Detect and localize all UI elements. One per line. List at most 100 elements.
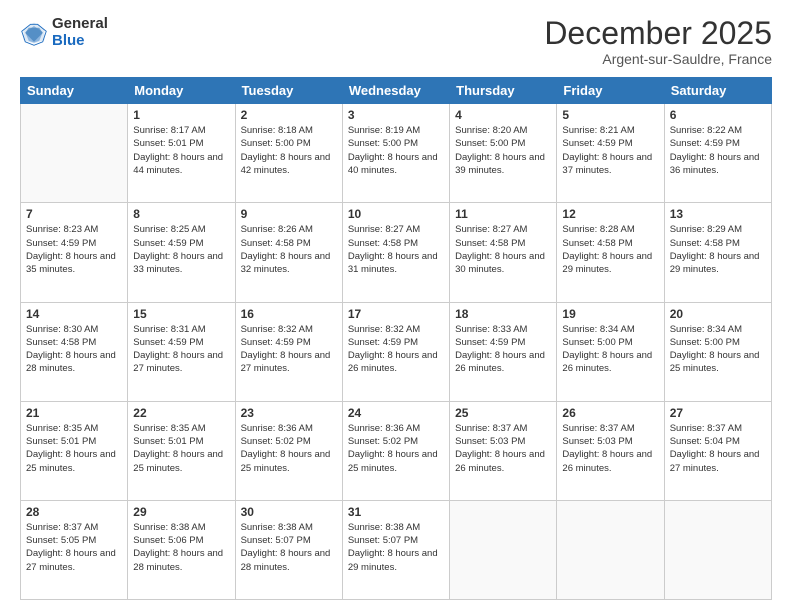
calendar-cell: 26 Sunrise: 8:37 AM Sunset: 5:03 PM Dayl… <box>557 401 664 500</box>
day-info: Sunrise: 8:30 AM Sunset: 4:58 PM Dayligh… <box>26 323 122 376</box>
sunset-text: Sunset: 5:01 PM <box>26 435 122 448</box>
calendar-cell: 31 Sunrise: 8:38 AM Sunset: 5:07 PM Dayl… <box>342 500 449 599</box>
calendar-cell: 29 Sunrise: 8:38 AM Sunset: 5:06 PM Dayl… <box>128 500 235 599</box>
daylight-text: Daylight: 8 hours and 28 minutes. <box>241 547 337 574</box>
day-number: 15 <box>133 307 229 321</box>
sunset-text: Sunset: 5:05 PM <box>26 534 122 547</box>
daylight-text: Daylight: 8 hours and 25 minutes. <box>133 448 229 475</box>
daylight-text: Daylight: 8 hours and 28 minutes. <box>133 547 229 574</box>
calendar-cell: 22 Sunrise: 8:35 AM Sunset: 5:01 PM Dayl… <box>128 401 235 500</box>
sunset-text: Sunset: 5:04 PM <box>670 435 766 448</box>
calendar-cell: 7 Sunrise: 8:23 AM Sunset: 4:59 PM Dayli… <box>21 203 128 302</box>
day-info: Sunrise: 8:34 AM Sunset: 5:00 PM Dayligh… <box>670 323 766 376</box>
sunset-text: Sunset: 5:02 PM <box>348 435 444 448</box>
location-title: Argent-sur-Sauldre, France <box>544 51 772 67</box>
daylight-text: Daylight: 8 hours and 27 minutes. <box>133 349 229 376</box>
day-info: Sunrise: 8:38 AM Sunset: 5:07 PM Dayligh… <box>348 521 444 574</box>
day-number: 29 <box>133 505 229 519</box>
sunset-text: Sunset: 4:59 PM <box>241 336 337 349</box>
sunrise-text: Sunrise: 8:37 AM <box>26 521 122 534</box>
sunset-text: Sunset: 4:58 PM <box>562 237 658 250</box>
calendar-body: 1 Sunrise: 8:17 AM Sunset: 5:01 PM Dayli… <box>21 104 772 600</box>
daylight-text: Daylight: 8 hours and 37 minutes. <box>562 151 658 178</box>
daylight-text: Daylight: 8 hours and 25 minutes. <box>241 448 337 475</box>
day-info: Sunrise: 8:32 AM Sunset: 4:59 PM Dayligh… <box>241 323 337 376</box>
calendar-cell: 12 Sunrise: 8:28 AM Sunset: 4:58 PM Dayl… <box>557 203 664 302</box>
sunrise-text: Sunrise: 8:33 AM <box>455 323 551 336</box>
calendar-cell: 16 Sunrise: 8:32 AM Sunset: 4:59 PM Dayl… <box>235 302 342 401</box>
daylight-text: Daylight: 8 hours and 29 minutes. <box>562 250 658 277</box>
calendar-cell: 25 Sunrise: 8:37 AM Sunset: 5:03 PM Dayl… <box>450 401 557 500</box>
daylight-text: Daylight: 8 hours and 26 minutes. <box>562 349 658 376</box>
daylight-text: Daylight: 8 hours and 26 minutes. <box>455 349 551 376</box>
calendar-cell: 23 Sunrise: 8:36 AM Sunset: 5:02 PM Dayl… <box>235 401 342 500</box>
calendar-row-1: 1 Sunrise: 8:17 AM Sunset: 5:01 PM Dayli… <box>21 104 772 203</box>
calendar-cell <box>450 500 557 599</box>
sunset-text: Sunset: 4:59 PM <box>26 237 122 250</box>
day-number: 26 <box>562 406 658 420</box>
calendar-cell <box>664 500 771 599</box>
day-number: 27 <box>670 406 766 420</box>
day-number: 7 <box>26 207 122 221</box>
calendar-cell: 19 Sunrise: 8:34 AM Sunset: 5:00 PM Dayl… <box>557 302 664 401</box>
logo: General Blue <box>20 16 108 49</box>
header-friday: Friday <box>557 78 664 104</box>
sunset-text: Sunset: 5:03 PM <box>562 435 658 448</box>
sunset-text: Sunset: 4:58 PM <box>670 237 766 250</box>
sunset-text: Sunset: 5:00 PM <box>241 137 337 150</box>
daylight-text: Daylight: 8 hours and 26 minutes. <box>455 448 551 475</box>
day-info: Sunrise: 8:27 AM Sunset: 4:58 PM Dayligh… <box>455 223 551 276</box>
daylight-text: Daylight: 8 hours and 25 minutes. <box>670 349 766 376</box>
sunrise-text: Sunrise: 8:25 AM <box>133 223 229 236</box>
day-info: Sunrise: 8:35 AM Sunset: 5:01 PM Dayligh… <box>26 422 122 475</box>
sunrise-text: Sunrise: 8:27 AM <box>455 223 551 236</box>
daylight-text: Daylight: 8 hours and 42 minutes. <box>241 151 337 178</box>
day-info: Sunrise: 8:37 AM Sunset: 5:03 PM Dayligh… <box>455 422 551 475</box>
calendar-cell: 14 Sunrise: 8:30 AM Sunset: 4:58 PM Dayl… <box>21 302 128 401</box>
sunset-text: Sunset: 4:58 PM <box>455 237 551 250</box>
sunset-text: Sunset: 4:58 PM <box>241 237 337 250</box>
daylight-text: Daylight: 8 hours and 27 minutes. <box>26 547 122 574</box>
daylight-text: Daylight: 8 hours and 39 minutes. <box>455 151 551 178</box>
sunrise-text: Sunrise: 8:37 AM <box>562 422 658 435</box>
day-info: Sunrise: 8:28 AM Sunset: 4:58 PM Dayligh… <box>562 223 658 276</box>
calendar-row-4: 21 Sunrise: 8:35 AM Sunset: 5:01 PM Dayl… <box>21 401 772 500</box>
calendar-row-3: 14 Sunrise: 8:30 AM Sunset: 4:58 PM Dayl… <box>21 302 772 401</box>
logo-blue-text: Blue <box>52 33 108 50</box>
sunset-text: Sunset: 5:02 PM <box>241 435 337 448</box>
sunset-text: Sunset: 4:58 PM <box>348 237 444 250</box>
day-info: Sunrise: 8:36 AM Sunset: 5:02 PM Dayligh… <box>348 422 444 475</box>
sunset-text: Sunset: 5:07 PM <box>241 534 337 547</box>
sunrise-text: Sunrise: 8:34 AM <box>670 323 766 336</box>
header-wednesday: Wednesday <box>342 78 449 104</box>
sunrise-text: Sunrise: 8:19 AM <box>348 124 444 137</box>
daylight-text: Daylight: 8 hours and 30 minutes. <box>455 250 551 277</box>
day-number: 1 <box>133 108 229 122</box>
calendar-cell: 8 Sunrise: 8:25 AM Sunset: 4:59 PM Dayli… <box>128 203 235 302</box>
sunrise-text: Sunrise: 8:34 AM <box>562 323 658 336</box>
day-number: 5 <box>562 108 658 122</box>
sunset-text: Sunset: 4:59 PM <box>670 137 766 150</box>
day-number: 14 <box>26 307 122 321</box>
sunrise-text: Sunrise: 8:23 AM <box>26 223 122 236</box>
sunrise-text: Sunrise: 8:32 AM <box>241 323 337 336</box>
day-info: Sunrise: 8:23 AM Sunset: 4:59 PM Dayligh… <box>26 223 122 276</box>
daylight-text: Daylight: 8 hours and 29 minutes. <box>670 250 766 277</box>
day-number: 23 <box>241 406 337 420</box>
calendar-header-row: Sunday Monday Tuesday Wednesday Thursday… <box>21 78 772 104</box>
calendar-cell: 4 Sunrise: 8:20 AM Sunset: 5:00 PM Dayli… <box>450 104 557 203</box>
day-number: 18 <box>455 307 551 321</box>
day-number: 28 <box>26 505 122 519</box>
daylight-text: Daylight: 8 hours and 27 minutes. <box>670 448 766 475</box>
sunset-text: Sunset: 5:07 PM <box>348 534 444 547</box>
sunset-text: Sunset: 4:59 PM <box>562 137 658 150</box>
day-number: 10 <box>348 207 444 221</box>
logo-general-text: General <box>52 16 108 33</box>
header-monday: Monday <box>128 78 235 104</box>
day-info: Sunrise: 8:18 AM Sunset: 5:00 PM Dayligh… <box>241 124 337 177</box>
sunset-text: Sunset: 5:00 PM <box>562 336 658 349</box>
sunset-text: Sunset: 4:59 PM <box>133 336 229 349</box>
day-info: Sunrise: 8:37 AM Sunset: 5:03 PM Dayligh… <box>562 422 658 475</box>
daylight-text: Daylight: 8 hours and 36 minutes. <box>670 151 766 178</box>
daylight-text: Daylight: 8 hours and 26 minutes. <box>348 349 444 376</box>
